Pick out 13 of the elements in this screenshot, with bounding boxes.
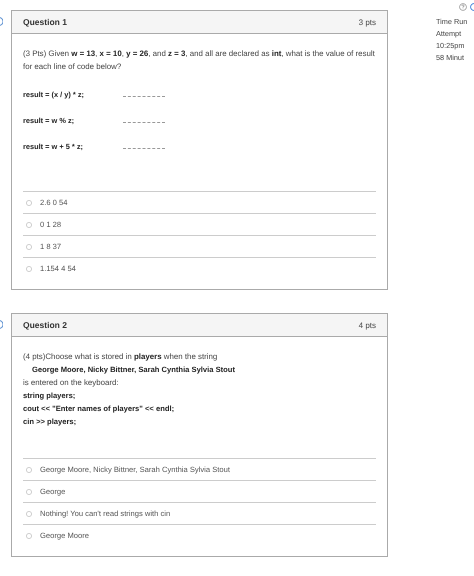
radio-button[interactable] [26,200,32,206]
radio-button[interactable] [26,222,32,228]
radio-button[interactable] [26,488,32,494]
radio-button[interactable] [26,466,32,472]
radio-button[interactable] [26,532,32,538]
question-title: Question 2 [23,320,67,330]
question-title: Question 1 [23,17,67,27]
radio-button[interactable] [26,510,32,516]
radio-button[interactable] [26,244,32,250]
points-label: 4 pts [358,320,376,330]
points-label: 3 pts [358,18,376,26]
radio-button[interactable] [26,266,32,272]
help-icon[interactable] [459,2,467,10]
